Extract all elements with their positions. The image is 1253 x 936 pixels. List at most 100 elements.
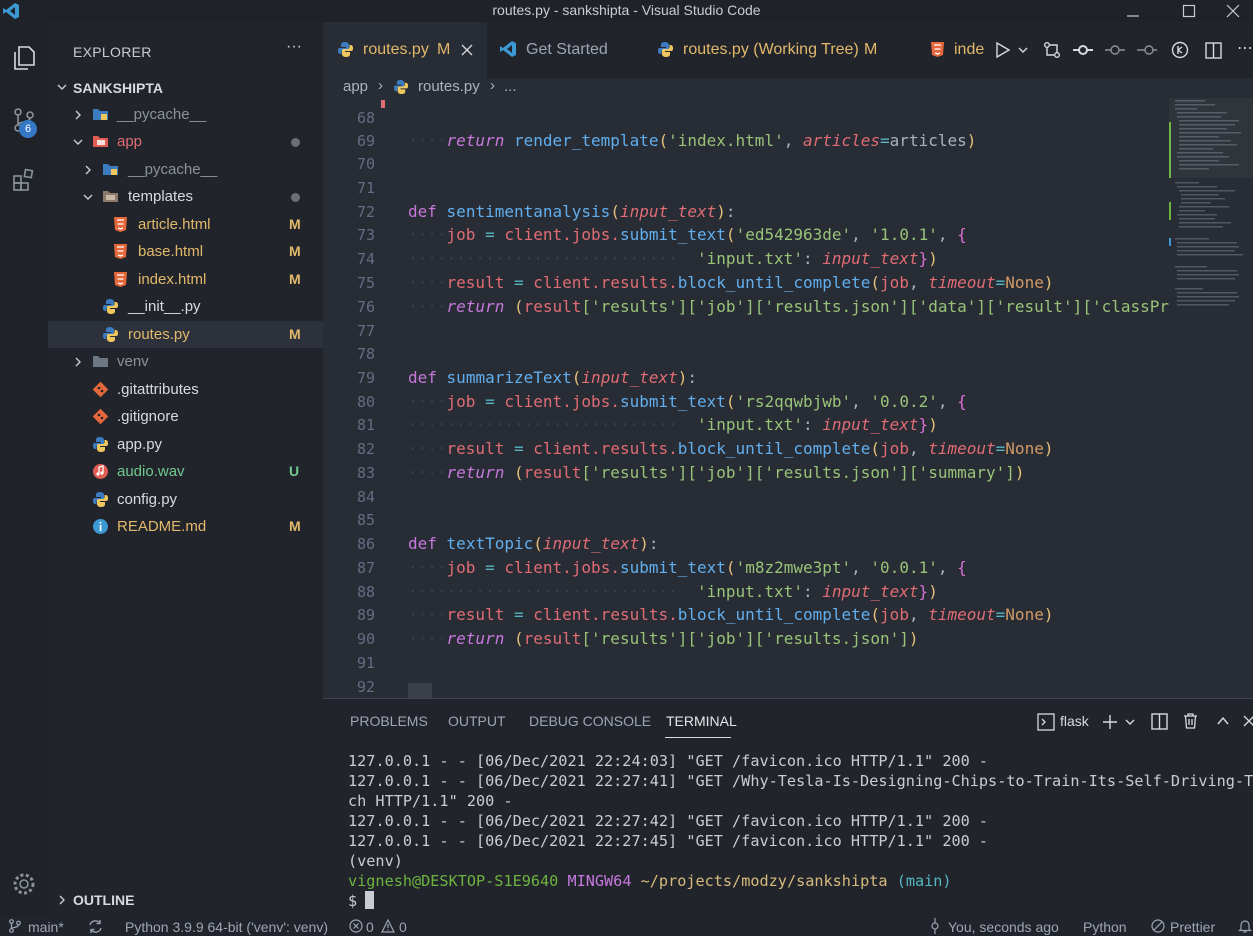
split-editor-icon[interactable] — [1205, 41, 1222, 59]
code-line: 91 — [356, 654, 375, 672]
tab-get-started[interactable]: Get Started — [487, 22, 643, 78]
close-icon[interactable] — [461, 44, 473, 56]
status-errors[interactable]: 0 — [366, 919, 374, 935]
run-icon[interactable] — [995, 41, 1011, 59]
tree-item-app-py[interactable]: app.py — [48, 431, 323, 458]
minimap[interactable] — [1169, 98, 1253, 698]
split-terminal-icon[interactable] — [1151, 713, 1168, 730]
maximize-icon — [1182, 4, 1196, 18]
code-line: 78 — [356, 345, 375, 363]
breadcrumb-symbol[interactable]: ... — [504, 78, 517, 95]
git-status: U — [289, 463, 300, 479]
status-branch[interactable]: main* — [28, 919, 64, 935]
tree-item-config-py[interactable]: config.py — [48, 486, 323, 513]
maximize-button[interactable] — [1166, 0, 1212, 22]
git-commit-icon[interactable] — [1073, 41, 1093, 59]
close-window-button[interactable] — [1212, 0, 1253, 22]
tree-item-routes-py[interactable]: routes.py M — [48, 321, 323, 348]
close-icon[interactable] — [1243, 714, 1253, 728]
chevron-right-icon — [75, 357, 81, 367]
git-status: M — [289, 326, 301, 342]
code-line: 86 def textTopic(input_text): — [356, 534, 659, 553]
tree-item-pycache[interactable]: __pycache__ — [48, 101, 323, 128]
previous-change-icon[interactable] — [1105, 41, 1125, 59]
tree-item-gitattributes[interactable]: .gitattributes — [48, 376, 323, 403]
scm-badge: 6 — [19, 120, 37, 138]
outline-section[interactable]: OUTLINE — [48, 888, 323, 912]
tab-routes-py[interactable]: routes.py M — [323, 22, 487, 78]
minimize-icon — [1127, 15, 1139, 17]
tree-item-app[interactable]: app — [48, 128, 323, 155]
python-file-icon — [93, 437, 108, 452]
tab-debug-console[interactable]: DEBUG CONSOLE — [529, 713, 651, 729]
tree-item-templates[interactable]: templates — [48, 183, 323, 210]
timeline-icon[interactable] — [1171, 41, 1189, 59]
tree-item-index-html[interactable]: index.html M — [48, 266, 323, 293]
terminal-shell-name[interactable]: flask — [1060, 713, 1089, 729]
code-editor[interactable]: 68 69 ····return render_template('index.h… — [323, 98, 1253, 698]
html-file-icon — [114, 244, 127, 259]
git-status: M — [289, 518, 301, 534]
extensions-icon — [13, 168, 34, 191]
add-icon[interactable] — [1101, 713, 1119, 731]
python-file-icon — [393, 79, 409, 95]
compare-changes-icon[interactable] — [1043, 41, 1061, 59]
more-actions-icon[interactable]: ⋯ — [1237, 38, 1253, 58]
code-line: 88 ···························· 'input.tx… — [356, 582, 938, 601]
tab-terminal[interactable]: TERMINAL — [666, 713, 737, 729]
error-icon[interactable] — [349, 919, 363, 933]
breadcrumb-file[interactable]: routes.py — [418, 78, 480, 95]
breadcrumb: app › routes.py › ... — [323, 77, 1253, 98]
tree-item-pycache-nested[interactable]: __pycache__ — [48, 156, 323, 183]
tree-item-base-html[interactable]: base.html M — [48, 238, 323, 265]
status-language[interactable]: Python — [1083, 919, 1127, 935]
tab-problems[interactable]: PROBLEMS — [350, 713, 428, 729]
tree-item-label: base.html — [138, 243, 204, 260]
extensions-activity[interactable] — [0, 156, 48, 204]
code-line: 70 — [356, 155, 375, 173]
tree-item-audio-wav[interactable]: audio.wav U — [48, 458, 323, 485]
folder-icon — [93, 356, 108, 367]
explorer-more-button[interactable]: ··· — [286, 38, 302, 56]
window-title: routes.py - sankshipta - Visual Studio C… — [492, 2, 761, 18]
terminal-output[interactable]: 127.0.0.1 - - [06/Dec/2021 22:24:03] "GE… — [348, 751, 1253, 911]
sync-icon[interactable] — [88, 919, 103, 934]
warning-icon[interactable] — [381, 919, 395, 933]
tree-item-article-html[interactable]: article.html M — [48, 211, 323, 238]
tab-label: routes.py (Working Tree) — [683, 41, 859, 58]
explorer-activity[interactable] — [0, 34, 48, 82]
manage-activity[interactable] — [0, 860, 48, 908]
workspace-root[interactable]: SANKSHIPTA — [48, 76, 323, 98]
tree-item-label: __pycache__ — [117, 106, 207, 123]
chevron-right-icon: › — [378, 77, 383, 94]
chevron-down-icon[interactable] — [1017, 44, 1029, 56]
modified-dot — [291, 138, 300, 147]
chevron-down-icon[interactable] — [1124, 716, 1136, 728]
tree-item-label: README.md — [117, 518, 207, 535]
status-python-interpreter[interactable]: Python 3.9.9 64-bit ('venv': venv) — [125, 919, 328, 935]
breadcrumb-folder[interactable]: app — [343, 78, 368, 95]
tab-output[interactable]: OUTPUT — [448, 713, 506, 729]
status-warnings[interactable]: 0 — [399, 919, 407, 935]
tree-item-venv[interactable]: venv — [48, 348, 323, 375]
vscode-logo-icon — [500, 41, 516, 57]
next-change-icon[interactable] — [1137, 41, 1157, 59]
app-folder-icon — [93, 136, 108, 147]
tab-routes-working-tree[interactable]: routes.py (Working Tree) M — [643, 22, 913, 78]
trash-icon[interactable] — [1182, 712, 1199, 730]
tree-item-init-py[interactable]: __init__.py — [48, 293, 323, 320]
code-line: 79 def summarizeText(input_text): — [356, 368, 698, 387]
status-git-blame[interactable]: You, seconds ago — [948, 919, 1059, 935]
status-prettier[interactable]: Prettier — [1170, 919, 1215, 935]
title-bar: routes.py - sankshipta - Visual Studio C… — [0, 0, 1253, 22]
minimize-button[interactable] — [1110, 0, 1156, 22]
tab-index[interactable]: inde — [915, 22, 993, 78]
python-folder-icon — [103, 164, 118, 175]
tree-item-label: __pycache__ — [128, 161, 218, 178]
tree-item-readme[interactable]: README.md M — [48, 513, 323, 540]
tree-item-gitignore[interactable]: .gitignore — [48, 403, 323, 430]
terminal-input-line[interactable]: $ — [348, 891, 1253, 911]
notifications-icon[interactable] — [1238, 919, 1252, 934]
code-line: 74 ···························· 'input.tx… — [356, 249, 938, 268]
maximize-panel-icon[interactable] — [1216, 714, 1230, 728]
